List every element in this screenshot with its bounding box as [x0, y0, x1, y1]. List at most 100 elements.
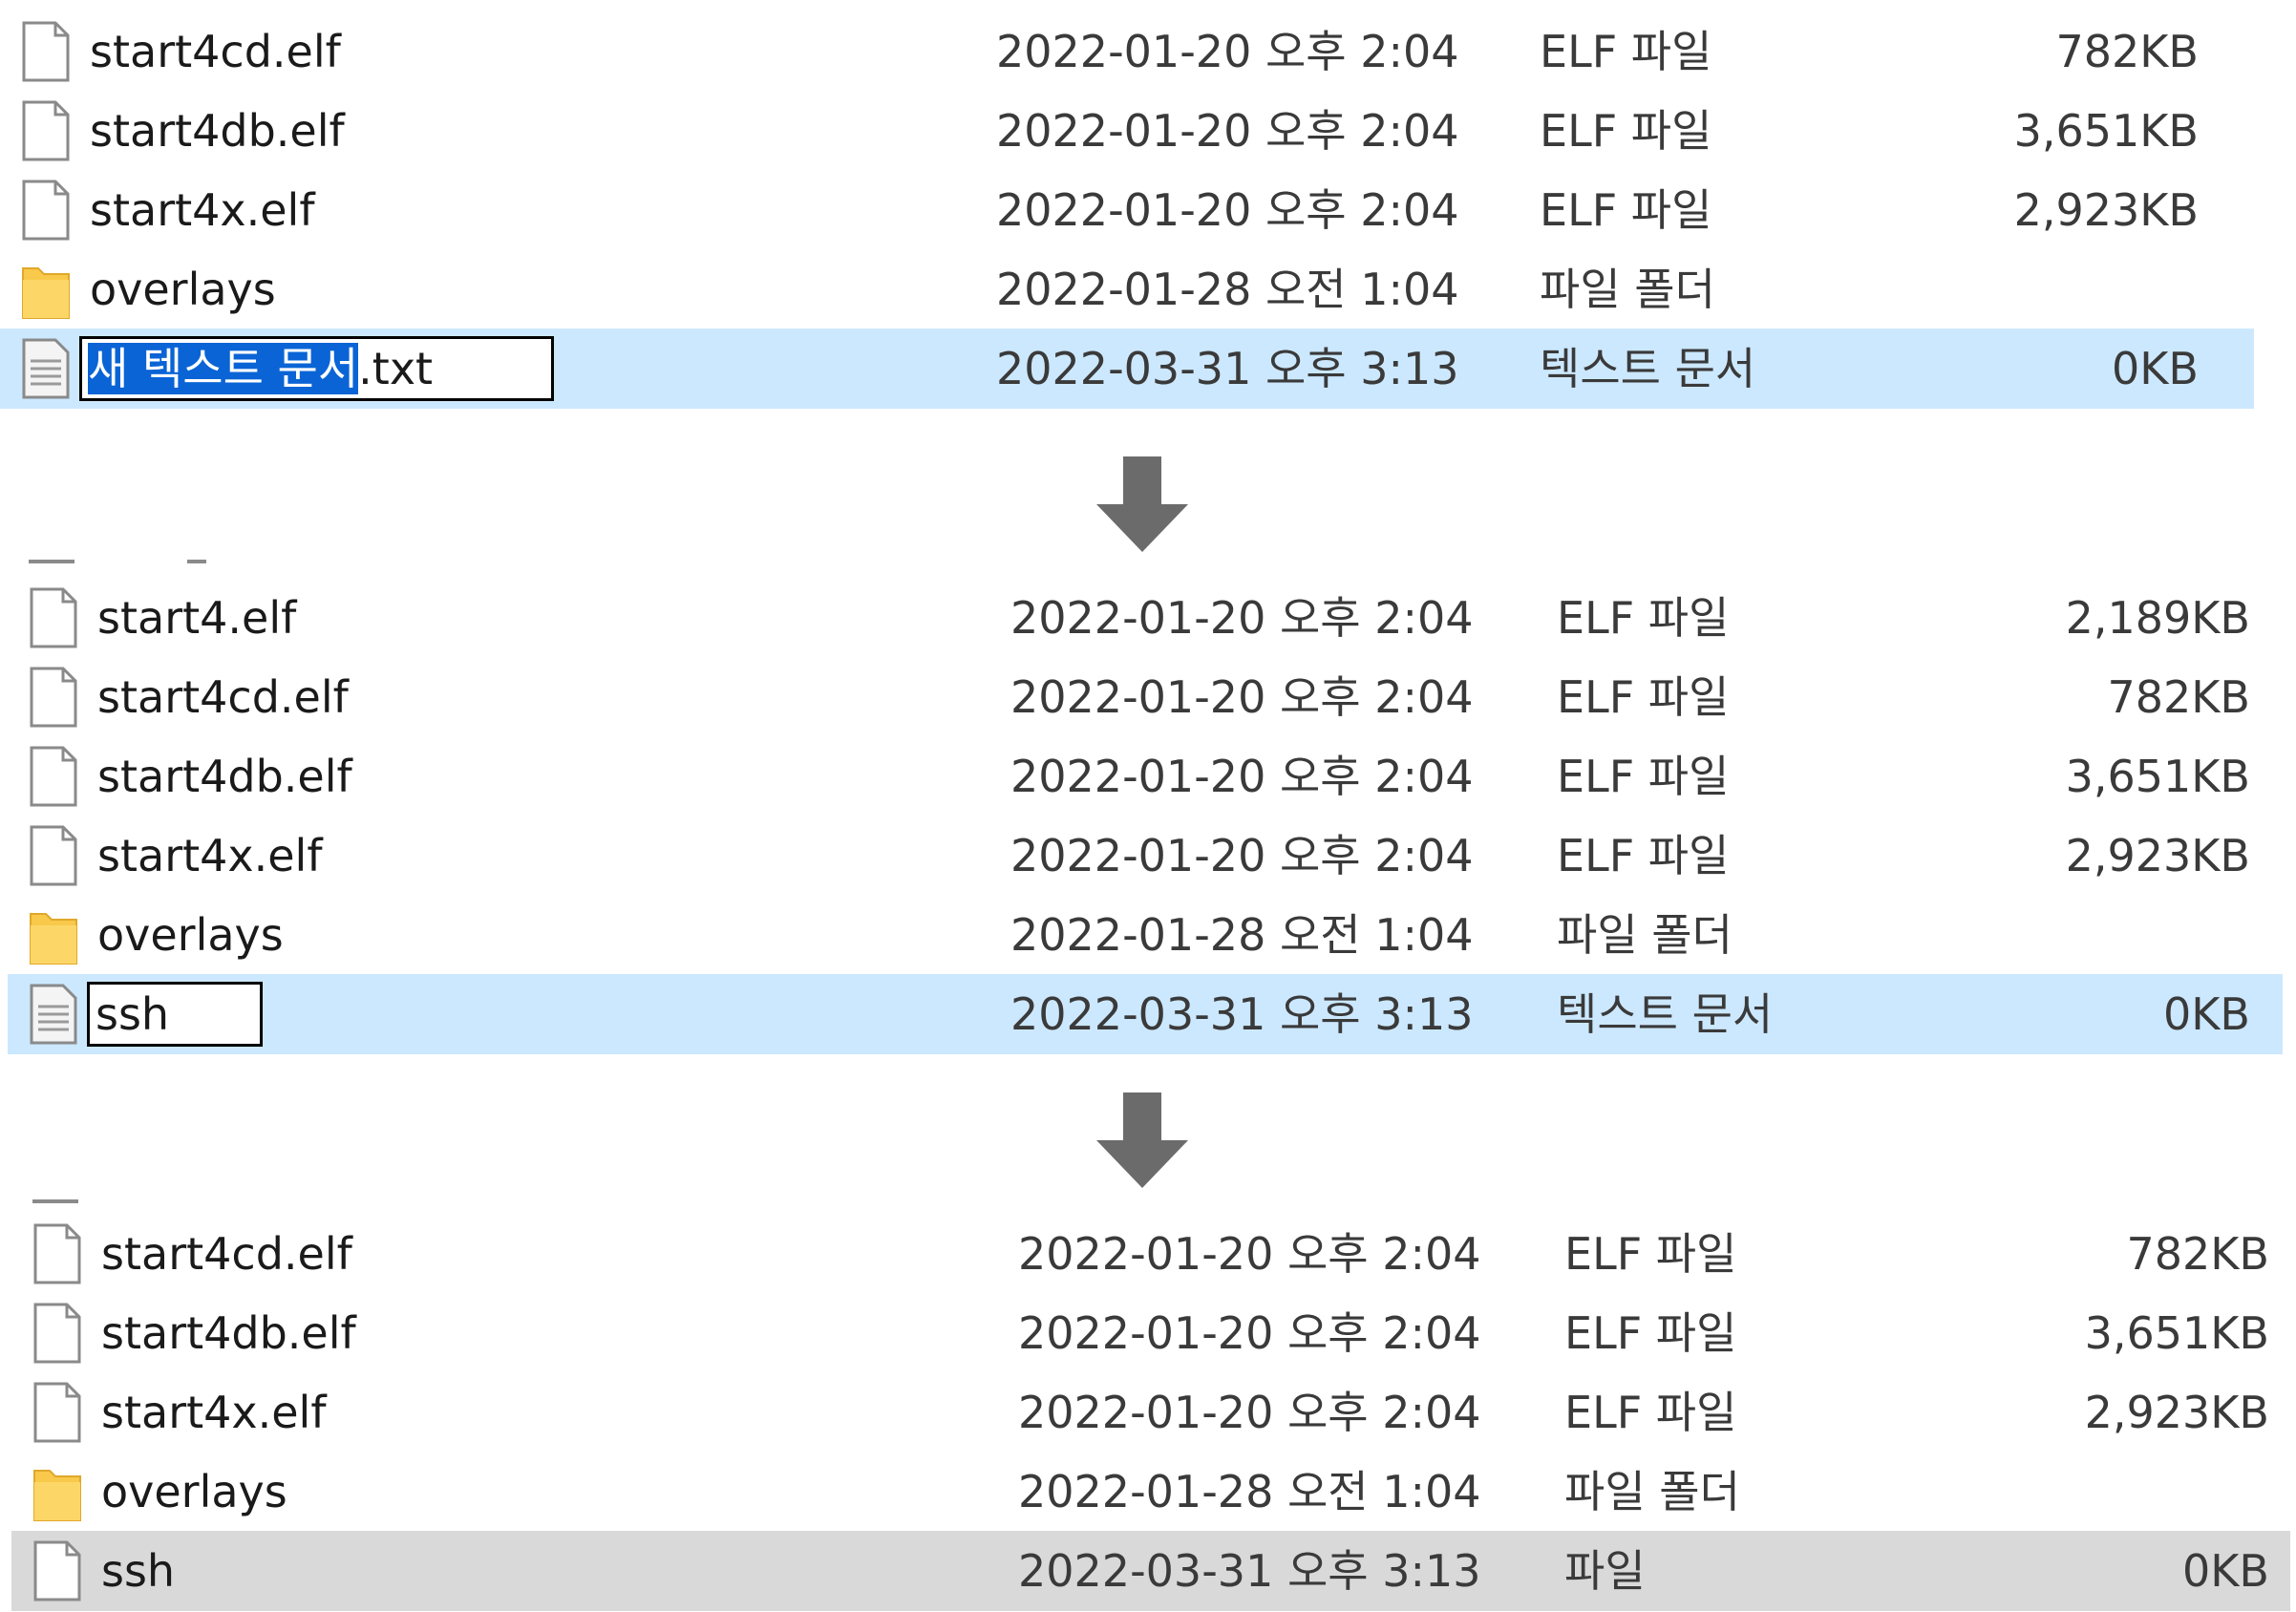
file-date: 2022-01-20 오후 2:04 — [1018, 1387, 1481, 1438]
file-row[interactable]: start4x.elf 2022-01-20 오후 2:04 ELF 파일 2,… — [0, 1372, 2290, 1453]
file-type: ELF 파일 — [1564, 1307, 1737, 1359]
file-icon — [33, 1382, 81, 1443]
file-size: 782KB — [2126, 1228, 2269, 1280]
file-date: 2022-01-20 오후 2:04 — [1010, 671, 1474, 723]
file-type: ELF 파일 — [1540, 26, 1712, 77]
folder-name: overlays — [97, 909, 284, 961]
file-type: ELF 파일 — [1557, 592, 1730, 644]
rename-input[interactable]: 새 텍스트 문서.txt — [79, 336, 554, 401]
file-size: 0KB — [2112, 343, 2199, 394]
file-row[interactable]: start4cd.elf 2022-01-20 오후 2:04 ELF 파일 7… — [0, 11, 2254, 92]
text-file-icon — [30, 984, 77, 1045]
folder-name: overlays — [101, 1466, 287, 1517]
file-type: ELF 파일 — [1564, 1387, 1737, 1438]
file-icon — [33, 1540, 81, 1601]
file-size: 2,923KB — [2084, 1387, 2269, 1438]
file-size: 2,923KB — [2065, 830, 2250, 881]
file-name: start4x.elf — [90, 184, 315, 236]
file-row[interactable]: start4db.elf 2022-01-20 오후 2:04 ELF 파일 3… — [0, 1293, 2290, 1373]
rename-selected-text: 새 텍스트 문서 — [88, 343, 359, 394]
file-type: 파일 폴더 — [1540, 264, 1715, 315]
file-size: 2,923KB — [2013, 184, 2199, 236]
file-icon — [33, 1303, 81, 1364]
folder-icon — [22, 267, 70, 319]
file-date: 2022-01-20 오후 2:04 — [996, 26, 1459, 77]
file-name: start4cd.elf — [90, 26, 341, 77]
file-type: ELF 파일 — [1557, 671, 1730, 723]
down-arrow-icon — [1096, 1092, 1188, 1188]
file-row[interactable]: start4cd.elf 2022-01-20 오후 2:04 ELF 파일 7… — [0, 657, 2283, 737]
file-icon — [30, 746, 77, 807]
file-row-selected[interactable]: ssh 2022-03-31 오후 3:13 텍스트 문서 0KB — [0, 974, 2283, 1054]
down-arrow-icon — [1096, 456, 1188, 552]
file-type: ELF 파일 — [1540, 184, 1712, 236]
file-size: 2,189KB — [2065, 592, 2250, 644]
file-size: 3,651KB — [2013, 105, 2199, 157]
file-row[interactable]: start4db.elf 2022-01-20 오후 2:04 ELF 파일 3… — [0, 736, 2283, 817]
file-type: ELF 파일 — [1540, 105, 1712, 157]
file-type: 텍스트 문서 — [1540, 343, 1756, 394]
file-row[interactable]: start4cd.elf 2022-01-20 오후 2:04 ELF 파일 7… — [0, 1214, 2290, 1294]
file-date: 2022-03-31 오후 3:13 — [1010, 988, 1474, 1040]
file-icon — [30, 825, 77, 886]
file-row[interactable]: start4x.elf 2022-01-20 오후 2:04 ELF 파일 2,… — [0, 170, 2254, 250]
file-icon — [30, 587, 77, 648]
file-name: ssh — [101, 1545, 176, 1597]
file-date: 2022-03-31 오후 3:13 — [1018, 1545, 1481, 1597]
file-type: 파일 — [1564, 1545, 1646, 1597]
file-icon — [22, 180, 70, 241]
file-size: 3,651KB — [2065, 751, 2250, 802]
file-date: 2022-01-28 오전 1:04 — [1010, 909, 1474, 961]
rename-extension: .txt — [358, 343, 434, 394]
folder-row[interactable]: overlays 2022-01-28 오전 1:04 파일 폴더 — [0, 895, 2283, 975]
file-name: start4x.elf — [101, 1387, 327, 1438]
file-size: 782KB — [2107, 671, 2250, 723]
file-type: ELF 파일 — [1557, 830, 1730, 881]
file-row[interactable]: start4.elf 2022-01-20 오후 2:04 ELF 파일 2,1… — [0, 578, 2283, 658]
file-date: 2022-01-20 오후 2:04 — [1010, 592, 1474, 644]
file-icon — [33, 1223, 81, 1284]
file-date: 2022-01-20 오후 2:04 — [1018, 1228, 1481, 1280]
file-date: 2022-01-20 오후 2:04 — [1010, 751, 1474, 802]
file-name: start4.elf — [97, 592, 297, 644]
file-name: start4cd.elf — [97, 671, 349, 723]
rename-input[interactable]: ssh — [87, 982, 263, 1047]
file-row-selected[interactable]: 새 텍스트 문서.txt 2022-03-31 오후 3:13 텍스트 문서 0… — [0, 329, 2254, 409]
folder-icon — [33, 1470, 81, 1521]
clipped-row-edge — [29, 560, 74, 563]
file-date: 2022-01-20 오후 2:04 — [1018, 1307, 1481, 1359]
file-icon — [22, 100, 70, 161]
rename-value: ssh — [96, 988, 170, 1040]
file-row-selected[interactable]: ssh 2022-03-31 오후 3:13 파일 0KB — [0, 1531, 2290, 1611]
file-type: 텍스트 문서 — [1557, 988, 1774, 1040]
file-size: 3,651KB — [2084, 1307, 2269, 1359]
file-date: 2022-01-20 오후 2:04 — [996, 184, 1459, 236]
file-date: 2022-01-20 오후 2:04 — [1010, 830, 1474, 881]
file-name: start4cd.elf — [101, 1228, 352, 1280]
file-size: 782KB — [2055, 26, 2199, 77]
file-type: ELF 파일 — [1557, 751, 1730, 802]
file-date: 2022-01-28 오전 1:04 — [1018, 1466, 1481, 1517]
clipped-row-edge — [187, 560, 206, 563]
file-date: 2022-01-28 오전 1:04 — [996, 264, 1459, 315]
folder-row[interactable]: overlays 2022-01-28 오전 1:04 파일 폴더 — [0, 1452, 2290, 1532]
text-file-icon — [22, 338, 70, 399]
file-size: 0KB — [2182, 1545, 2269, 1597]
file-type: 파일 폴더 — [1557, 909, 1733, 961]
folder-row[interactable]: overlays 2022-01-28 오전 1:04 파일 폴더 — [0, 249, 2254, 329]
file-icon — [30, 667, 77, 728]
file-name: start4x.elf — [97, 830, 323, 881]
file-row[interactable]: start4db.elf 2022-01-20 오후 2:04 ELF 파일 3… — [0, 91, 2254, 171]
file-name: start4db.elf — [101, 1307, 356, 1359]
file-name: start4db.elf — [90, 105, 345, 157]
file-row[interactable]: start4x.elf 2022-01-20 오후 2:04 ELF 파일 2,… — [0, 816, 2283, 896]
file-size: 0KB — [2163, 988, 2250, 1040]
file-date: 2022-03-31 오후 3:13 — [996, 343, 1459, 394]
file-icon — [22, 21, 70, 82]
file-name: start4db.elf — [97, 751, 352, 802]
file-type: 파일 폴더 — [1564, 1466, 1740, 1517]
file-type: ELF 파일 — [1564, 1228, 1737, 1280]
file-date: 2022-01-20 오후 2:04 — [996, 105, 1459, 157]
clipped-row-edge — [32, 1199, 78, 1203]
folder-name: overlays — [90, 264, 276, 315]
